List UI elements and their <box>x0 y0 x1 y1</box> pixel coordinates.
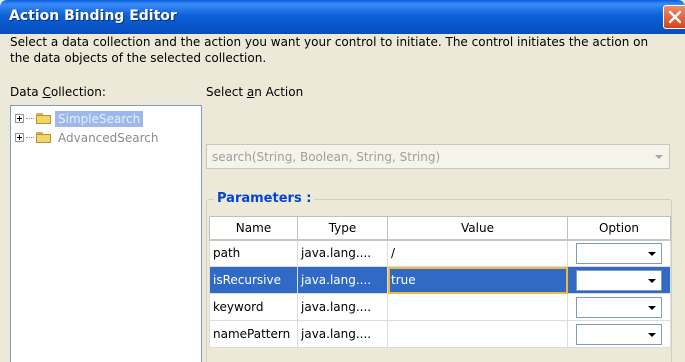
option-select[interactable] <box>576 323 662 345</box>
table-row[interactable]: path java.lang.... / <box>209 239 671 267</box>
param-type-cell[interactable]: java.lang.... <box>297 293 388 321</box>
param-name-cell[interactable]: keyword <box>209 293 298 321</box>
parameters-legend: Parameters : <box>214 191 315 206</box>
expand-icon[interactable] <box>15 114 24 123</box>
tree-item-label: AdvancedSearch <box>58 130 159 145</box>
table-header-row: Name Type Value Option <box>209 216 671 241</box>
chevron-down-icon[interactable] <box>648 251 656 256</box>
option-select[interactable] <box>576 296 662 318</box>
table-row[interactable]: keyword java.lang.... <box>209 293 671 321</box>
param-value-cell[interactable] <box>387 320 568 348</box>
data-collection-label: Data Collection: <box>10 85 106 99</box>
param-name-cell[interactable]: path <box>209 239 298 267</box>
param-option-cell[interactable] <box>567 266 671 294</box>
param-type-cell[interactable]: java.lang.... <box>297 266 388 294</box>
param-option-cell[interactable] <box>567 293 671 321</box>
folder-icon <box>36 113 51 124</box>
column-header-value[interactable]: Value <box>387 216 568 241</box>
option-select[interactable] <box>576 269 662 291</box>
param-name-cell[interactable]: namePattern <box>209 320 298 348</box>
close-icon <box>668 10 682 24</box>
chevron-down-icon[interactable] <box>648 332 656 337</box>
action-select-value: search(String, Boolean, String, String) <box>212 150 441 164</box>
param-type-cell[interactable]: java.lang.... <box>297 239 388 267</box>
param-option-cell[interactable] <box>567 320 671 348</box>
window-title: Action Binding Editor <box>9 8 177 24</box>
column-header-option[interactable]: Option <box>567 216 671 241</box>
action-select[interactable]: search(String, Boolean, String, String) <box>206 144 670 169</box>
data-collection-tree[interactable]: SimpleSearch AdvancedSearch <box>10 105 202 362</box>
chevron-down-icon[interactable] <box>648 278 656 283</box>
column-header-type[interactable]: Type <box>297 216 388 241</box>
instructions-text: Select a data collection and the action … <box>10 35 649 65</box>
close-button[interactable] <box>663 5 685 29</box>
option-select[interactable] <box>576 242 662 264</box>
tree-item-label: SimpleSearch <box>55 110 144 127</box>
table-row[interactable]: namePattern java.lang.... <box>209 320 671 348</box>
title-bar[interactable]: Action Binding Editor <box>0 0 685 34</box>
param-value-cell[interactable] <box>387 293 568 321</box>
table-row[interactable]: isRecursive java.lang.... true <box>209 266 671 294</box>
select-action-label: Select an Action <box>206 85 304 99</box>
expand-icon[interactable] <box>15 133 24 142</box>
param-type-cell[interactable]: java.lang.... <box>297 320 388 348</box>
param-value-cell[interactable]: true <box>387 266 568 294</box>
parameters-table[interactable]: Name Type Value Option path java.lang...… <box>209 216 671 348</box>
param-value-cell[interactable]: / <box>387 239 568 267</box>
param-option-cell[interactable] <box>567 239 671 267</box>
folder-icon <box>36 132 51 143</box>
tree-item-simplesearch[interactable]: SimpleSearch <box>15 110 144 127</box>
tree-item-advancedsearch[interactable]: AdvancedSearch <box>15 129 162 146</box>
chevron-down-icon[interactable] <box>655 155 663 159</box>
param-name-cell[interactable]: isRecursive <box>209 266 298 294</box>
column-header-name[interactable]: Name <box>209 216 298 241</box>
chevron-down-icon[interactable] <box>648 305 656 310</box>
